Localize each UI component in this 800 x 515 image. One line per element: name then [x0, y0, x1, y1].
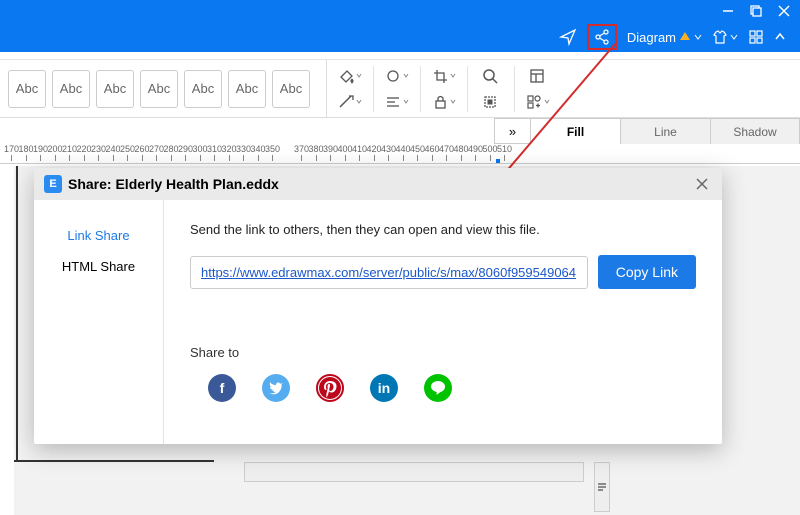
line-icon[interactable] [424, 374, 452, 402]
lock-tool[interactable] [429, 92, 459, 112]
tshirt-menu[interactable] [712, 29, 738, 45]
copy-link-button[interactable]: Copy Link [598, 255, 696, 289]
components-tool[interactable] [523, 92, 553, 112]
twitter-icon[interactable] [262, 374, 290, 402]
share-dialog: E Share: Elderly Health Plan.eddx Link S… [34, 168, 722, 444]
expand-tabs-button[interactable]: » [494, 118, 530, 144]
dialog-sidebar: Link Share HTML Share [34, 200, 164, 444]
tab-shadow[interactable]: Shadow [710, 118, 800, 144]
side-strip-button[interactable] [594, 462, 610, 512]
line-tool[interactable] [335, 92, 365, 112]
close-button[interactable] [778, 5, 790, 17]
share-link-field[interactable]: https://www.edrawmax.com/server/public/s… [190, 256, 588, 289]
style-abc-2[interactable]: Abc [52, 70, 90, 108]
toolbar: Abc Abc Abc Abc Abc Abc Abc [0, 60, 800, 118]
facebook-icon[interactable]: f [208, 374, 236, 402]
style-abc-1[interactable]: Abc [8, 70, 46, 108]
tab-line[interactable]: Line [620, 118, 710, 144]
horizontal-ruler: 1701801902002102202302402502602702802903… [0, 144, 800, 164]
pinterest-icon[interactable] [316, 374, 344, 402]
send-button[interactable] [559, 28, 577, 46]
sidebar-item-link-share[interactable]: Link Share [34, 220, 163, 251]
share-button[interactable] [587, 24, 617, 50]
share-instruction: Send the link to others, then they can o… [190, 222, 696, 237]
dialog-main: Send the link to others, then they can o… [164, 200, 722, 444]
sidebar-item-html-share[interactable]: HTML Share [34, 251, 163, 282]
apps-button[interactable] [748, 29, 764, 45]
minimize-button[interactable] [722, 5, 734, 17]
style-abc-5[interactable]: Abc [184, 70, 222, 108]
bottom-panel [244, 462, 584, 482]
app-logo-icon: E [44, 175, 62, 193]
linkedin-icon[interactable]: in [370, 374, 398, 402]
dialog-close-button[interactable] [692, 174, 712, 194]
dialog-header: E Share: Elderly Health Plan.eddx [34, 168, 722, 200]
right-panel-tabs: » Fill Line Shadow [0, 118, 800, 144]
search-tool[interactable] [476, 66, 506, 86]
style-abc-6[interactable]: Abc [228, 70, 266, 108]
crop-tool[interactable] [429, 66, 459, 86]
window-title-bar [0, 0, 800, 22]
collapse-ribbon-button[interactable] [774, 31, 786, 43]
tab-fill[interactable]: Fill [530, 118, 620, 144]
diagram-menu[interactable]: Diagram [627, 30, 702, 45]
shape-tool[interactable] [382, 66, 412, 86]
diagram-label: Diagram [627, 30, 676, 45]
fill-tool[interactable] [335, 66, 365, 86]
share-link-url[interactable]: https://www.edrawmax.com/server/public/s… [201, 265, 576, 280]
style-gallery: Abc Abc Abc Abc Abc Abc Abc [0, 60, 318, 117]
style-abc-4[interactable]: Abc [140, 70, 178, 108]
share-to-label: Share to [190, 345, 696, 360]
align-tool[interactable] [382, 92, 412, 112]
dialog-title-text: Share: Elderly Health Plan.eddx [68, 176, 279, 192]
header-bar: Diagram [0, 22, 800, 52]
style-abc-7[interactable]: Abc [272, 70, 310, 108]
layout-tool[interactable] [523, 66, 553, 86]
maximize-button[interactable] [750, 5, 762, 17]
style-abc-3[interactable]: Abc [96, 70, 134, 108]
select-tool[interactable] [476, 92, 506, 112]
